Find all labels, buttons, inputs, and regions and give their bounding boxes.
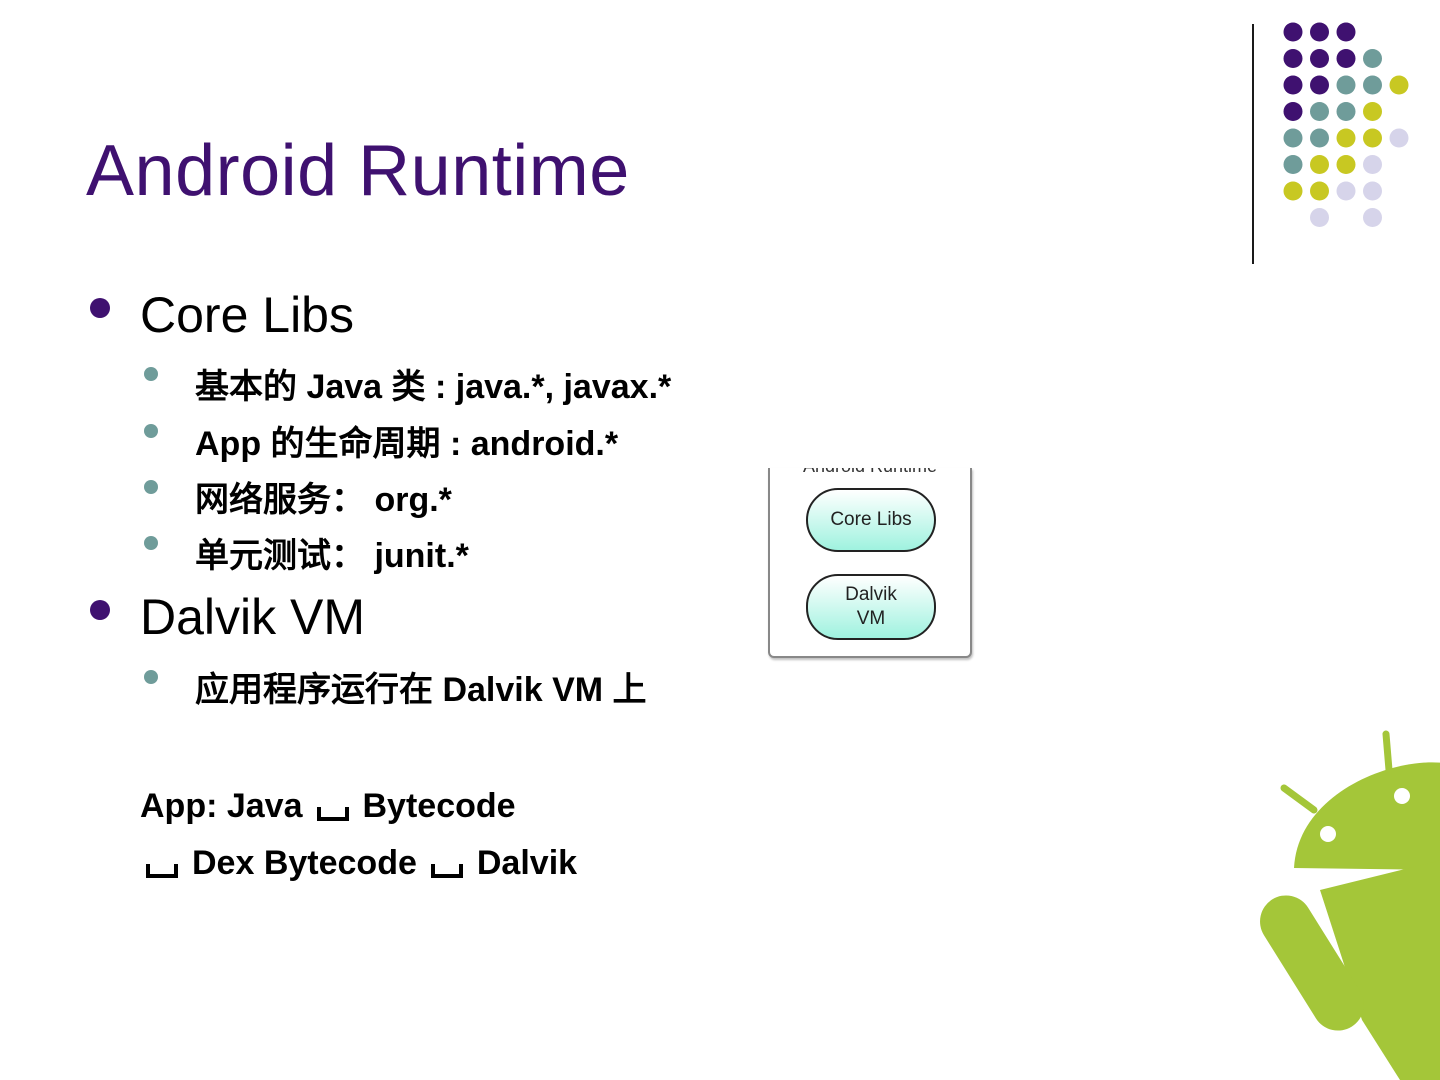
diagram-dalvik-box: Dalvik VM: [806, 574, 936, 640]
decorative-dot: [1363, 75, 1382, 95]
sub-bullet-junit: 单元测试： junit.*: [195, 537, 469, 575]
bullet-marker: [90, 600, 110, 620]
flow-line-1: App: Java Bytecode: [140, 787, 516, 826]
sub-bullet-marker: [144, 367, 158, 381]
decorative-dot: [1283, 22, 1303, 42]
sub-bullet-java: 基本的 Java 类 : java.*, javax.*: [195, 368, 672, 406]
arrow-icon: [316, 807, 349, 821]
decorative-dot: [1336, 49, 1356, 68]
bullet-dalvik-vm: Dalvik VM: [140, 589, 366, 645]
decorative-dot: [1310, 102, 1329, 121]
diagram-core-libs-box: Core Libs: [806, 488, 936, 552]
sub-bullet-dalvik-run: 应用程序运行在 Dalvik VM 上: [195, 671, 647, 709]
decorative-dot: [1283, 155, 1303, 174]
sub-bullet-marker: [144, 670, 158, 684]
flow-java: App: Java: [140, 787, 303, 825]
android-robot-icon: [1260, 730, 1440, 1080]
decorative-dot: [1310, 208, 1329, 227]
flow-bytecode: Bytecode: [362, 787, 516, 825]
diagram-core-libs-label: Core Libs: [830, 509, 912, 530]
sub-bullet-marker: [144, 536, 158, 550]
decorative-dot: [1336, 22, 1356, 42]
arrow-icon: [146, 864, 178, 878]
diagram-vm-label: VM: [856, 608, 886, 629]
sub-bullet-marker: [144, 424, 158, 438]
decorative-dot: [1363, 181, 1382, 201]
decorative-dot: [1310, 75, 1329, 95]
header-divider: [1252, 24, 1254, 264]
diagram-caption: Android Runtime: [770, 468, 970, 477]
decorative-dot: [1336, 75, 1356, 95]
decorative-dot: [1363, 208, 1382, 227]
flow-line-2: Dex Bytecode Dalvik: [132, 844, 577, 883]
flow-dex: Dex Bytecode: [192, 844, 417, 882]
slide: Android Runtime Core Libs 基本的 Java 类 : j…: [0, 0, 1440, 1080]
decorative-dot: [1310, 49, 1329, 68]
decorative-dot: [1310, 181, 1329, 201]
decorative-dot: [1389, 75, 1409, 95]
slide-title: Android Runtime: [86, 131, 630, 211]
decorative-dot: [1310, 22, 1329, 42]
decorative-dot: [1310, 155, 1329, 174]
decorative-dot: [1336, 155, 1356, 174]
decorative-dot: [1389, 128, 1409, 148]
decorative-dot: [1363, 102, 1382, 121]
decorative-dot: [1363, 155, 1382, 174]
decorative-dot: [1336, 102, 1356, 121]
decorative-dot: [1363, 49, 1382, 68]
decorative-dot: [1363, 128, 1382, 148]
bullet-marker: [90, 298, 110, 318]
decorative-dot: [1336, 181, 1356, 201]
runtime-diagram: Android Runtime Core Libs Dalvik VM: [768, 468, 972, 658]
decorative-dot: [1283, 49, 1303, 68]
decorative-dot: [1283, 181, 1303, 201]
decorative-dot: [1283, 75, 1303, 95]
flow-dalvik: Dalvik: [476, 844, 578, 882]
decorative-dot: [1310, 128, 1329, 148]
diagram-dalvik-label: Dalvik: [845, 584, 897, 605]
sub-bullet-org: 网络服务： org.*: [195, 481, 452, 519]
sub-bullet-marker: [144, 480, 158, 494]
decorative-dot: [1336, 128, 1356, 148]
decorative-dot: [1283, 102, 1303, 121]
decorative-dot: [1283, 128, 1303, 148]
arrow-icon: [430, 864, 463, 878]
bullet-core-libs: Core Libs: [140, 287, 354, 343]
sub-bullet-android: App 的生命周期 : android.*: [195, 425, 619, 463]
